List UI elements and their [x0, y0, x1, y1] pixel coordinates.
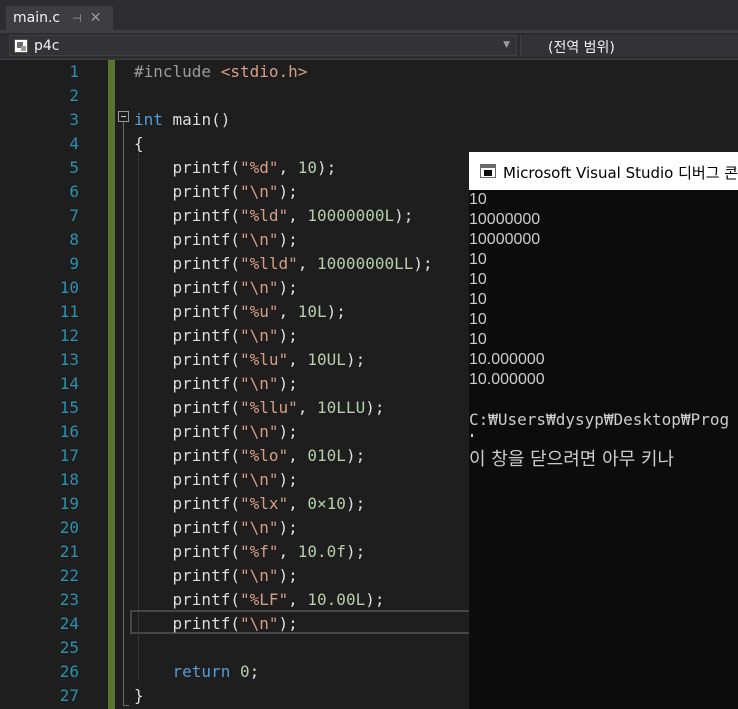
code-line: printf("\n"); — [172, 326, 298, 345]
code-line: printf("%d", 10); — [172, 158, 337, 177]
line-number: 8 — [69, 230, 79, 249]
line-number: 17 — [59, 446, 79, 465]
line-number: 6 — [69, 182, 79, 201]
line-number: 23 — [59, 590, 79, 609]
code-line: printf("%lo", 010L); — [172, 446, 366, 465]
tab-main-c[interactable]: main.c ⊣ ✕ — [6, 6, 113, 30]
output-line: 10 — [469, 251, 487, 268]
line-number: 4 — [69, 134, 79, 153]
line-number: 10 — [59, 278, 79, 297]
line-number: 12 — [59, 326, 79, 345]
line-number: 20 — [59, 518, 79, 537]
line-number: 25 — [59, 638, 79, 657]
project-icon — [14, 38, 28, 53]
code-line: printf("%ld", 10000000L); — [172, 206, 414, 225]
line-number: 1 — [69, 62, 79, 81]
line-number: 14 — [59, 374, 79, 393]
document-tab-strip: main.c ⊣ ✕ — [0, 0, 738, 33]
press-key-message: 이 창을 닫으려면 아무 키나 — [469, 449, 675, 470]
project-dropdown[interactable]: p4c ▼ — [9, 35, 517, 56]
output-line: 10 — [469, 291, 487, 308]
code-line: printf("%lld", 10000000LL); — [172, 254, 433, 273]
code-line: } — [134, 686, 144, 705]
line-number: 15 — [59, 398, 79, 417]
output-line: 10 — [469, 271, 487, 288]
output-line: 10 — [469, 331, 487, 348]
line-number: 21 — [59, 542, 79, 561]
project-label: p4c — [34, 37, 60, 54]
output-line: 10.000000 — [469, 371, 545, 388]
code-line: printf("%lx", 0×10); — [172, 494, 366, 513]
collapse-toggle-icon[interactable] — [118, 111, 129, 122]
code-line: printf("%LF", 10.00L); — [172, 590, 385, 609]
code-line: printf("\n"); — [172, 278, 298, 297]
line-number: 5 — [69, 158, 79, 177]
output-line: 10.000000 — [469, 351, 545, 368]
pin-icon[interactable]: ⊣ — [72, 12, 82, 25]
debug-console-window[interactable]: Microsoft Visual Studio 디버그 콘솔 10 100000… — [469, 152, 738, 709]
line-number: 24 — [59, 614, 79, 633]
close-icon[interactable]: ✕ — [90, 10, 102, 26]
line-number: 18 — [59, 470, 79, 489]
tab-filename: main.c — [13, 10, 61, 26]
text-cursor — [471, 434, 473, 437]
code-line: int main() — [134, 110, 231, 129]
code-line: printf("\n"); — [172, 566, 298, 585]
output-line: 10000000 — [469, 211, 541, 228]
line-number: 3 — [69, 110, 79, 129]
line-number: 11 — [59, 302, 79, 321]
line-number: 19 — [59, 494, 79, 513]
output-line: 10000000 — [469, 231, 541, 248]
scope-dropdown[interactable]: (전역 범위) — [520, 35, 738, 56]
console-app-icon — [480, 164, 496, 178]
code-line: { — [134, 134, 144, 153]
line-number: 7 — [69, 206, 79, 225]
code-line: printf("\n"); — [172, 182, 298, 201]
code-line: printf("\n"); — [172, 470, 298, 489]
code-line: printf("%lu", 10UL); — [172, 350, 366, 369]
code-line: printf("\n"); — [172, 614, 298, 633]
scope-label: (전역 범위) — [548, 40, 615, 56]
code-line: printf("%llu", 10LLU); — [172, 398, 385, 417]
code-line: #include <stdio.h> — [134, 62, 308, 81]
line-number: 13 — [59, 350, 79, 369]
line-number: 27 — [59, 686, 79, 705]
outline-line — [123, 122, 124, 706]
line-number: 22 — [59, 566, 79, 585]
console-title: Microsoft Visual Studio 디버그 콘솔 — [503, 164, 738, 182]
code-line: printf("%f", 10.0f); — [172, 542, 366, 561]
line-number: 2 — [69, 86, 79, 105]
console-title-bar[interactable]: Microsoft Visual Studio 디버그 콘솔 — [469, 152, 738, 190]
code-line: printf("%u", 10L); — [172, 302, 346, 321]
output-path-line: C:₩Users₩dysyp₩Desktop₩Prog — [469, 410, 730, 429]
code-line: return 0; — [172, 662, 260, 681]
navigation-bar: p4c ▼ (전역 범위) — [0, 33, 738, 60]
line-number: 16 — [59, 422, 79, 441]
output-line: 10 — [469, 191, 487, 208]
line-number: 9 — [69, 254, 79, 273]
code-line: printf("\n"); — [172, 230, 298, 249]
change-tracking-bar — [108, 60, 115, 709]
code-line: printf("\n"); — [172, 518, 298, 537]
output-line: 10 — [469, 311, 487, 328]
code-line: printf("\n"); — [172, 374, 298, 393]
dropdown-arrow-icon[interactable]: ▼ — [503, 40, 510, 50]
code-line: printf("\n"); — [172, 422, 298, 441]
line-number: 26 — [59, 662, 79, 681]
outline-end — [123, 705, 129, 706]
